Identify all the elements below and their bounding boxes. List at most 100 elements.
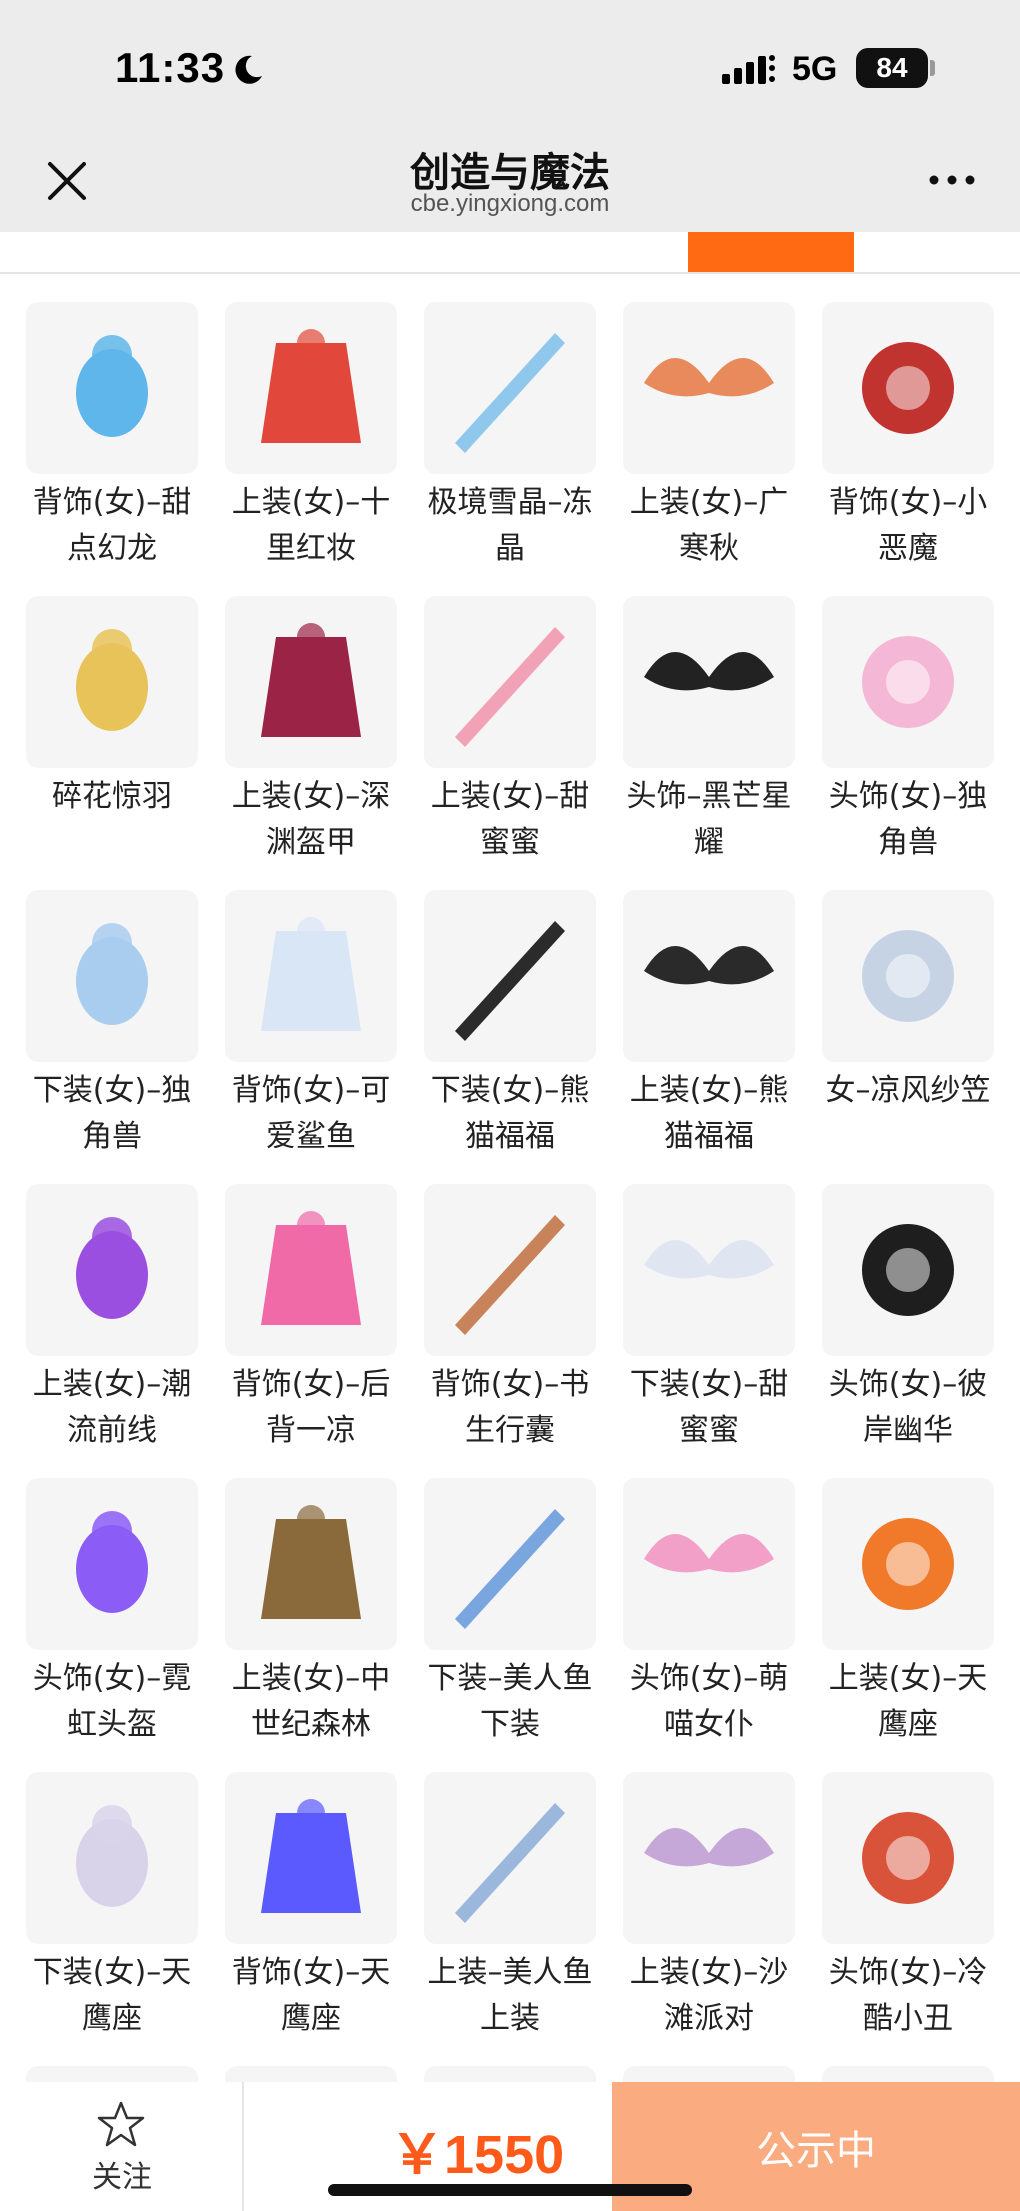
item-name: 下装–美人鱼下装 <box>427 1661 593 1742</box>
item-card[interactable]: 下装–美人鱼下装 <box>424 1478 596 1772</box>
item-card[interactable]: 下装(女)–天鹰座 <box>26 1772 198 2066</box>
black-hair-icon <box>822 1184 994 1356</box>
icecream-icon <box>225 1184 397 1356</box>
price: ￥1550 <box>390 2125 565 2185</box>
item-card[interactable]: 上装(女)–潮流前线 <box>26 1184 198 1478</box>
item-name: 极境雪晶–冻晶 <box>427 485 593 566</box>
item-name: 背饰(女)–可爱鲨鱼 <box>231 1073 391 1154</box>
item-card[interactable]: 背饰(女)–天鹰座 <box>225 1772 397 2066</box>
item-name: 头饰(女)–独角兽 <box>828 779 988 860</box>
item-name: 头饰(女)–彼岸幽华 <box>828 1367 988 1448</box>
item-card[interactable]: 头饰–黑芒星耀 <box>623 596 795 890</box>
nav-bar: 创造与魔法 cbe.yingxiong.com <box>0 130 1020 232</box>
dress-icon <box>225 302 397 474</box>
item-card[interactable]: 下装(女)–熊猫福福 <box>424 890 596 1184</box>
helmet-icon <box>26 1478 198 1650</box>
item-card[interactable]: 下装(女)–甜蜜蜜 <box>623 1184 795 1478</box>
item-name: 头饰–黑芒星耀 <box>626 779 792 860</box>
item-card[interactable]: 头饰(女)–独角兽 <box>822 596 994 890</box>
star-icon <box>97 2101 145 2147</box>
item-grid: 背饰(女)–甜点幻龙 上装(女)–十里红妆 极境雪晶–冻晶 上装(女)–广寒秋 背饰(女… <box>26 302 996 2066</box>
item-card[interactable]: 下装(女)–独角兽 <box>26 890 198 1184</box>
item-name: 上装(女)–沙滩派对 <box>629 1955 789 2036</box>
gown-icon <box>424 596 596 768</box>
skirt-icon <box>424 890 596 1062</box>
item-card[interactable]: 背饰(女)–书生行囊 <box>424 1184 596 1478</box>
item-name: 上装(女)–潮流前线 <box>32 1367 192 1448</box>
orange-jacket-icon <box>822 1478 994 1650</box>
item-card[interactable]: 背饰(女)–甜点幻龙 <box>26 302 198 596</box>
item-card[interactable]: 上装(女)–熊猫福福 <box>623 890 795 1184</box>
item-name: 背饰(女)–后背一凉 <box>231 1367 391 1448</box>
battery-icon: 84 <box>856 48 928 88</box>
item-card[interactable]: 女–凉风纱笠 <box>822 890 994 1184</box>
item-card[interactable]: 头饰(女)–冷酷小丑 <box>822 1772 994 2066</box>
item-card[interactable]: 碎花惊羽 <box>26 596 198 890</box>
pigtails-icon <box>822 1772 994 1944</box>
cap-icon <box>623 596 795 768</box>
page-url: cbe.yingxiong.com <box>410 190 610 217</box>
item-name: 下装(女)–天鹰座 <box>32 1955 192 2036</box>
item-name: 背饰(女)–小恶魔 <box>828 485 988 566</box>
status-bar: 11:33 5G 84 <box>0 0 1020 130</box>
item-card[interactable]: 上装(女)–广寒秋 <box>623 302 795 596</box>
item-name: 上装(女)–中世纪森林 <box>231 1661 391 1742</box>
shell-top-icon <box>424 1772 596 1944</box>
network-label: 5G <box>792 50 838 88</box>
signal-icon <box>722 55 775 84</box>
item-name: 上装–美人鱼上装 <box>427 1955 593 2036</box>
follow-button[interactable]: 关注 <box>0 2082 244 2211</box>
item-card[interactable]: 极境雪晶–冻晶 <box>424 302 596 596</box>
home-indicator <box>328 2184 692 2196</box>
item-name: 下装(女)–独角兽 <box>32 1073 192 1154</box>
item-card[interactable]: 上装(女)–十里红妆 <box>225 302 397 596</box>
item-card[interactable]: 背饰(女)–小恶魔 <box>822 302 994 596</box>
fish-tail-icon <box>424 1478 596 1650</box>
item-card[interactable]: 头饰(女)–萌喵女仆 <box>623 1478 795 1772</box>
tab-indicator <box>688 232 854 272</box>
item-name: 上装(女)–广寒秋 <box>629 485 789 566</box>
item-card[interactable]: 上装(女)–深渊盔甲 <box>225 596 397 890</box>
item-name: 上装(女)–十里红妆 <box>231 485 391 566</box>
more-icon[interactable] <box>926 170 978 190</box>
item-name: 下装(女)–甜蜜蜜 <box>629 1367 789 1448</box>
item-name: 背饰(女)–甜点幻龙 <box>32 485 192 566</box>
status-time: 11:33 <box>115 44 226 91</box>
item-card[interactable]: 背饰(女)–可爱鲨鱼 <box>225 890 397 1184</box>
armor-icon <box>225 596 397 768</box>
item-name: 女–凉风纱笠 <box>825 1073 991 1108</box>
item-name: 上装(女)–甜蜜蜜 <box>430 779 590 860</box>
follow-label: 关注 <box>92 2160 152 2195</box>
divider <box>0 272 1020 274</box>
item-card[interactable]: 上装(女)–沙滩派对 <box>623 1772 795 2066</box>
robe-icon <box>623 302 795 474</box>
sword-icon <box>424 302 596 474</box>
moon-icon <box>235 55 262 84</box>
hoodie-icon <box>26 1184 198 1356</box>
item-name: 下装(女)–熊猫福福 <box>430 1073 590 1154</box>
feather-icon <box>26 596 198 768</box>
shark-icon <box>225 890 397 1062</box>
boots-icon <box>623 1184 795 1356</box>
unicorn-hood-icon <box>822 596 994 768</box>
item-name: 上装(女)–熊猫福福 <box>629 1073 789 1154</box>
shorts-icon <box>26 890 198 1062</box>
dragon-icon <box>26 302 198 474</box>
orb-pack-icon <box>225 1772 397 1944</box>
backpack-icon <box>424 1184 596 1356</box>
pink-hair-icon <box>623 1478 795 1650</box>
item-card[interactable]: 头饰(女)–霓虹头盔 <box>26 1478 198 1772</box>
item-card[interactable]: 头饰(女)–彼岸幽华 <box>822 1184 994 1478</box>
item-card[interactable]: 背饰(女)–后背一凉 <box>225 1184 397 1478</box>
item-name: 上装(女)–深渊盔甲 <box>231 779 391 860</box>
item-card[interactable]: 上装–美人鱼上装 <box>424 1772 596 2066</box>
item-card[interactable]: 上装(女)–中世纪森林 <box>225 1478 397 1772</box>
battery-nub <box>930 60 935 76</box>
item-card[interactable]: 上装(女)–天鹰座 <box>822 1478 994 1772</box>
item-name: 碎花惊羽 <box>52 779 172 814</box>
swim-top-icon <box>623 1772 795 1944</box>
item-name: 背饰(女)–天鹰座 <box>231 1955 391 2036</box>
item-name: 上装(女)–天鹰座 <box>828 1661 988 1742</box>
item-card[interactable]: 上装(女)–甜蜜蜜 <box>424 596 596 890</box>
medieval-dress-icon <box>225 1478 397 1650</box>
